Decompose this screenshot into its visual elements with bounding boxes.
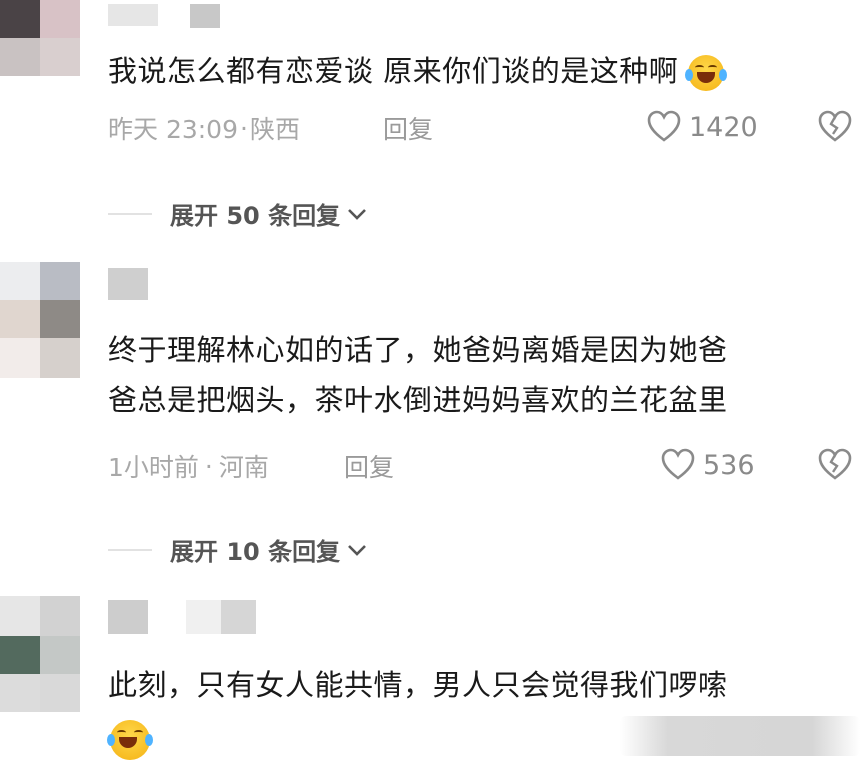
username-blurred[interactable] (186, 600, 256, 634)
dislike-button[interactable] (818, 110, 852, 148)
username-blurred[interactable] (108, 600, 148, 634)
laughing-crying-emoji-icon (684, 55, 727, 91)
like-count: 1420 (689, 111, 758, 143)
comment-text: 终于理解林心如的话了，她爸妈离婚是因为她爸 爸总是把烟头，茶叶水倒进妈妈喜欢的兰… (108, 325, 728, 425)
comment-text-line: 终于理解林心如的话了，她爸妈离婚是因为她爸 (108, 333, 728, 367)
meta-separator: · (240, 113, 248, 143)
expand-replies-label: 展开 10 条回复 (170, 538, 341, 566)
comment-time: 昨天 23:09 (108, 115, 238, 144)
username-blurred[interactable] (108, 4, 158, 26)
username-blurred[interactable] (190, 4, 220, 28)
meta-separator: · (204, 451, 213, 481)
avatar[interactable] (0, 0, 80, 76)
like-button[interactable]: 536 (661, 448, 755, 482)
watermark (620, 716, 860, 756)
comment-text: 此刻，只有女人能共情，男人只会觉得我们啰嗦 (108, 668, 728, 702)
expand-replies-button[interactable]: 展开 50 条回复 (108, 196, 368, 231)
broken-heart-icon (818, 448, 852, 480)
comment-meta: 1小时前 · 河南 (108, 448, 269, 484)
expand-replies-label: 展开 50 条回复 (170, 202, 341, 230)
reply-button[interactable]: 回复 (344, 448, 394, 484)
heart-outline-icon (661, 448, 695, 480)
comment-text-line: 爸总是把烟头，茶叶水倒进妈妈喜欢的兰花盆里 (108, 383, 728, 417)
reply-button[interactable]: 回复 (383, 110, 433, 146)
divider (108, 212, 152, 215)
dislike-button[interactable] (818, 448, 852, 486)
divider (108, 548, 152, 551)
broken-heart-icon (818, 110, 852, 142)
like-count: 536 (703, 449, 755, 481)
laughing-crying-emoji-icon (107, 720, 153, 760)
heart-outline-icon (647, 110, 681, 142)
comment-meta: 昨天 23:09 · 陕西 (108, 110, 300, 146)
like-button[interactable]: 1420 (647, 110, 758, 144)
comment-text: 我说怎么都有恋爱谈 原来你们谈的是这种啊 (108, 46, 727, 96)
expand-replies-button[interactable]: 展开 10 条回复 (108, 532, 368, 567)
username-blurred[interactable] (108, 268, 148, 300)
avatar[interactable] (0, 262, 80, 378)
chevron-down-icon (348, 544, 367, 556)
comment-time: 1小时前 (108, 453, 199, 482)
emoji-line (107, 720, 153, 760)
comment-location: 河南 (218, 453, 269, 482)
comment-location: 陕西 (249, 115, 300, 144)
chevron-down-icon (348, 208, 367, 220)
avatar[interactable] (0, 596, 80, 712)
